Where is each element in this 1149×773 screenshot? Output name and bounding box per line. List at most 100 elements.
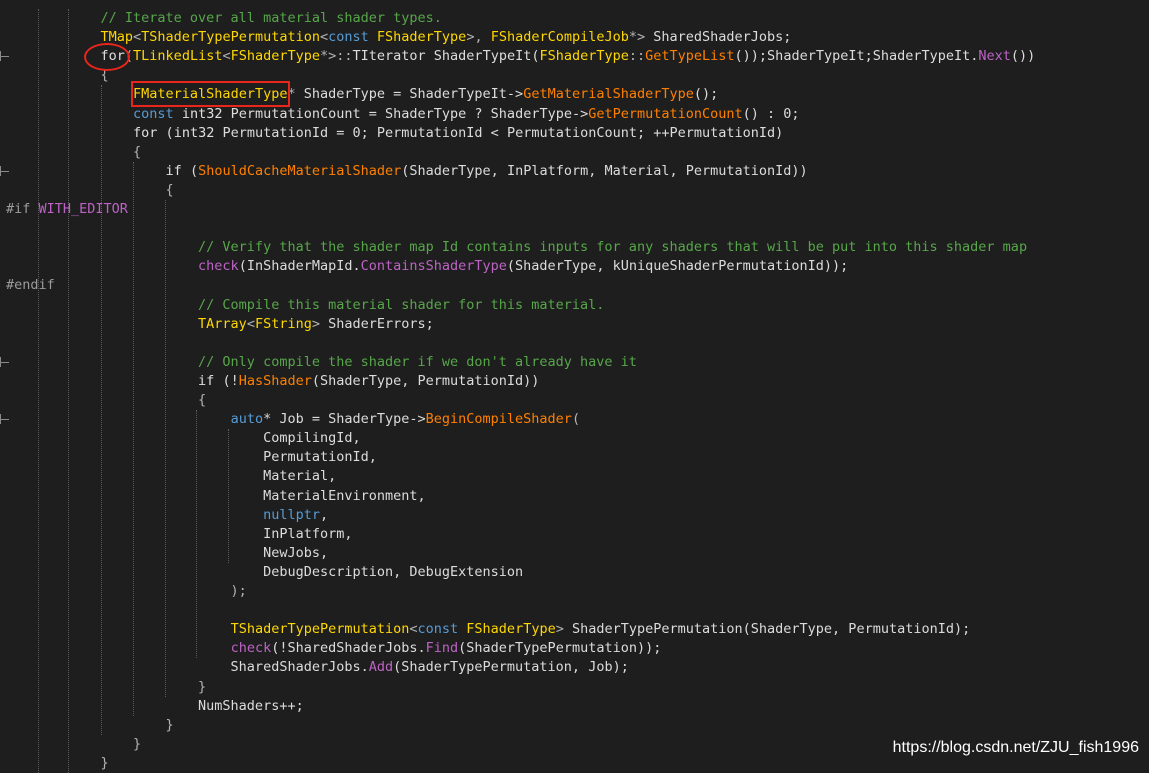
code-token: InPlatform,	[68, 525, 353, 542]
code-line: NewJobs,	[68, 544, 328, 563]
code-token: GetPermutationCount	[588, 105, 743, 122]
code-line: // Compile this material shader for this…	[68, 296, 604, 315]
code-line: {	[68, 391, 206, 410]
code-token: FShaderType	[230, 48, 320, 65]
code-token: ShaderTypePermutation(ShaderType, Permut…	[571, 621, 971, 638]
code-token: ShaderType = ShaderTypeIt->	[303, 86, 524, 103]
code-token: {	[68, 181, 174, 198]
fold-marker-icon[interactable]	[0, 414, 9, 425]
code-token: TLinkedList	[133, 48, 223, 65]
fold-marker-icon[interactable]	[0, 356, 9, 367]
code-token: (	[165, 124, 174, 141]
code-token: ();	[693, 86, 719, 103]
code-token: // Verify that the shader map Id contain…	[68, 239, 1028, 256]
code-line: {	[68, 181, 174, 200]
code-token: {	[68, 143, 142, 160]
code-token: PermutationId = 0; PermutationId < Permu…	[222, 124, 784, 141]
indent-guide-line	[38, 9, 39, 773]
code-token: ShouldCacheMaterialShader	[198, 162, 402, 179]
code-line: #if WITH_EDITOR	[6, 200, 128, 219]
code-token: Add	[368, 659, 394, 676]
code-token: (!SharedShaderJobs.	[271, 640, 426, 657]
code-token: >,	[466, 29, 491, 46]
code-token: GetMaterialShaderType	[523, 86, 694, 103]
code-token: int32	[173, 124, 223, 141]
annotation-circle	[84, 43, 130, 71]
code-token: NumShaders++;	[68, 697, 304, 714]
code-editor[interactable]: // Iterate over all material shader type…	[0, 0, 1149, 773]
code-token: const	[417, 621, 467, 638]
code-token: }	[68, 754, 109, 771]
code-token: ContainsShaderType	[360, 258, 507, 275]
code-token: // Iterate over all material shader type…	[68, 10, 442, 26]
code-token: <	[319, 29, 329, 46]
code-token: NewJobs,	[68, 544, 329, 561]
code-line: nullptr,	[68, 506, 328, 525]
code-token: check	[198, 258, 239, 275]
code-line: for(TLinkedList<FShaderType*>::TIterator…	[68, 47, 1036, 66]
code-token: Find	[425, 640, 459, 657]
code-token: <	[409, 621, 418, 638]
code-line: SharedShaderJobs.Add(ShaderTypePermutati…	[68, 658, 629, 677]
code-line: MaterialEnvironment,	[68, 487, 426, 506]
code-token: (!	[222, 372, 239, 389]
code-line: NumShaders++;	[68, 697, 304, 716]
code-line: for (int32 PermutationId = 0; Permutatio…	[68, 124, 783, 143]
code-line: PermutationId,	[68, 448, 377, 467]
code-token: MaterialEnvironment,	[68, 487, 426, 504]
code-token: ,	[319, 506, 329, 523]
code-token: CompilingId,	[68, 430, 361, 447]
fold-marker-icon[interactable]	[0, 51, 9, 62]
code-line: if (!HasShader(ShaderType, PermutationId…	[68, 372, 539, 391]
code-line: #endif	[6, 276, 55, 295]
code-line: Material,	[68, 467, 336, 486]
code-token: >	[311, 315, 329, 332]
code-token: <	[133, 29, 142, 46]
code-line: // Only compile the shader if we don't a…	[68, 353, 637, 372]
code-token: BeginCompileShader	[425, 411, 572, 428]
code-line: TShaderTypePermutation<const FShaderType…	[68, 620, 971, 639]
code-token: <	[246, 315, 255, 332]
code-token: DebugDescription, DebugExtension	[68, 563, 524, 580]
code-token: HasShader	[238, 372, 312, 389]
code-line: CompilingId,	[68, 429, 361, 448]
code-token: );	[68, 583, 247, 599]
code-token: ::	[628, 48, 646, 65]
code-line: // Iterate over all material shader type…	[68, 9, 442, 28]
code-token: TIterator	[352, 48, 434, 65]
code-token: (	[571, 411, 581, 428]
code-token: }	[68, 678, 207, 695]
code-token: *>::	[320, 48, 353, 65]
code-line: TMap<TShaderTypePermutation<const FShade…	[68, 28, 792, 47]
code-token: (ShaderType, InPlatform, Material, Permu…	[401, 162, 808, 179]
code-token: auto	[230, 411, 264, 428]
code-token: SharedShaderJobs;	[653, 29, 792, 46]
watermark: https://blog.csdn.net/ZJU_fish1996	[892, 739, 1139, 756]
code-token: TShaderTypePermutation	[230, 621, 410, 638]
code-line: }	[68, 754, 109, 773]
code-token: >	[555, 621, 572, 638]
code-token: {	[68, 392, 207, 408]
code-token: #if	[6, 201, 39, 217]
code-token: ())	[1010, 48, 1036, 65]
code-token: TShaderTypePermutation	[141, 29, 320, 46]
fold-marker-icon[interactable]	[0, 165, 9, 176]
code-token: (ShaderTypePermutation));	[458, 640, 662, 657]
code-token: PermutationId,	[68, 449, 377, 466]
code-token: FShaderCompileJob	[490, 29, 629, 46]
code-token: Material,	[68, 468, 337, 485]
code-token: () : 0;	[742, 105, 800, 122]
code-token: (ShaderType, PermutationId))	[311, 372, 540, 389]
code-line: DebugDescription, DebugExtension	[68, 563, 523, 582]
code-token: <	[222, 48, 231, 65]
code-token: *>	[628, 29, 654, 46]
code-token: if	[165, 162, 190, 179]
